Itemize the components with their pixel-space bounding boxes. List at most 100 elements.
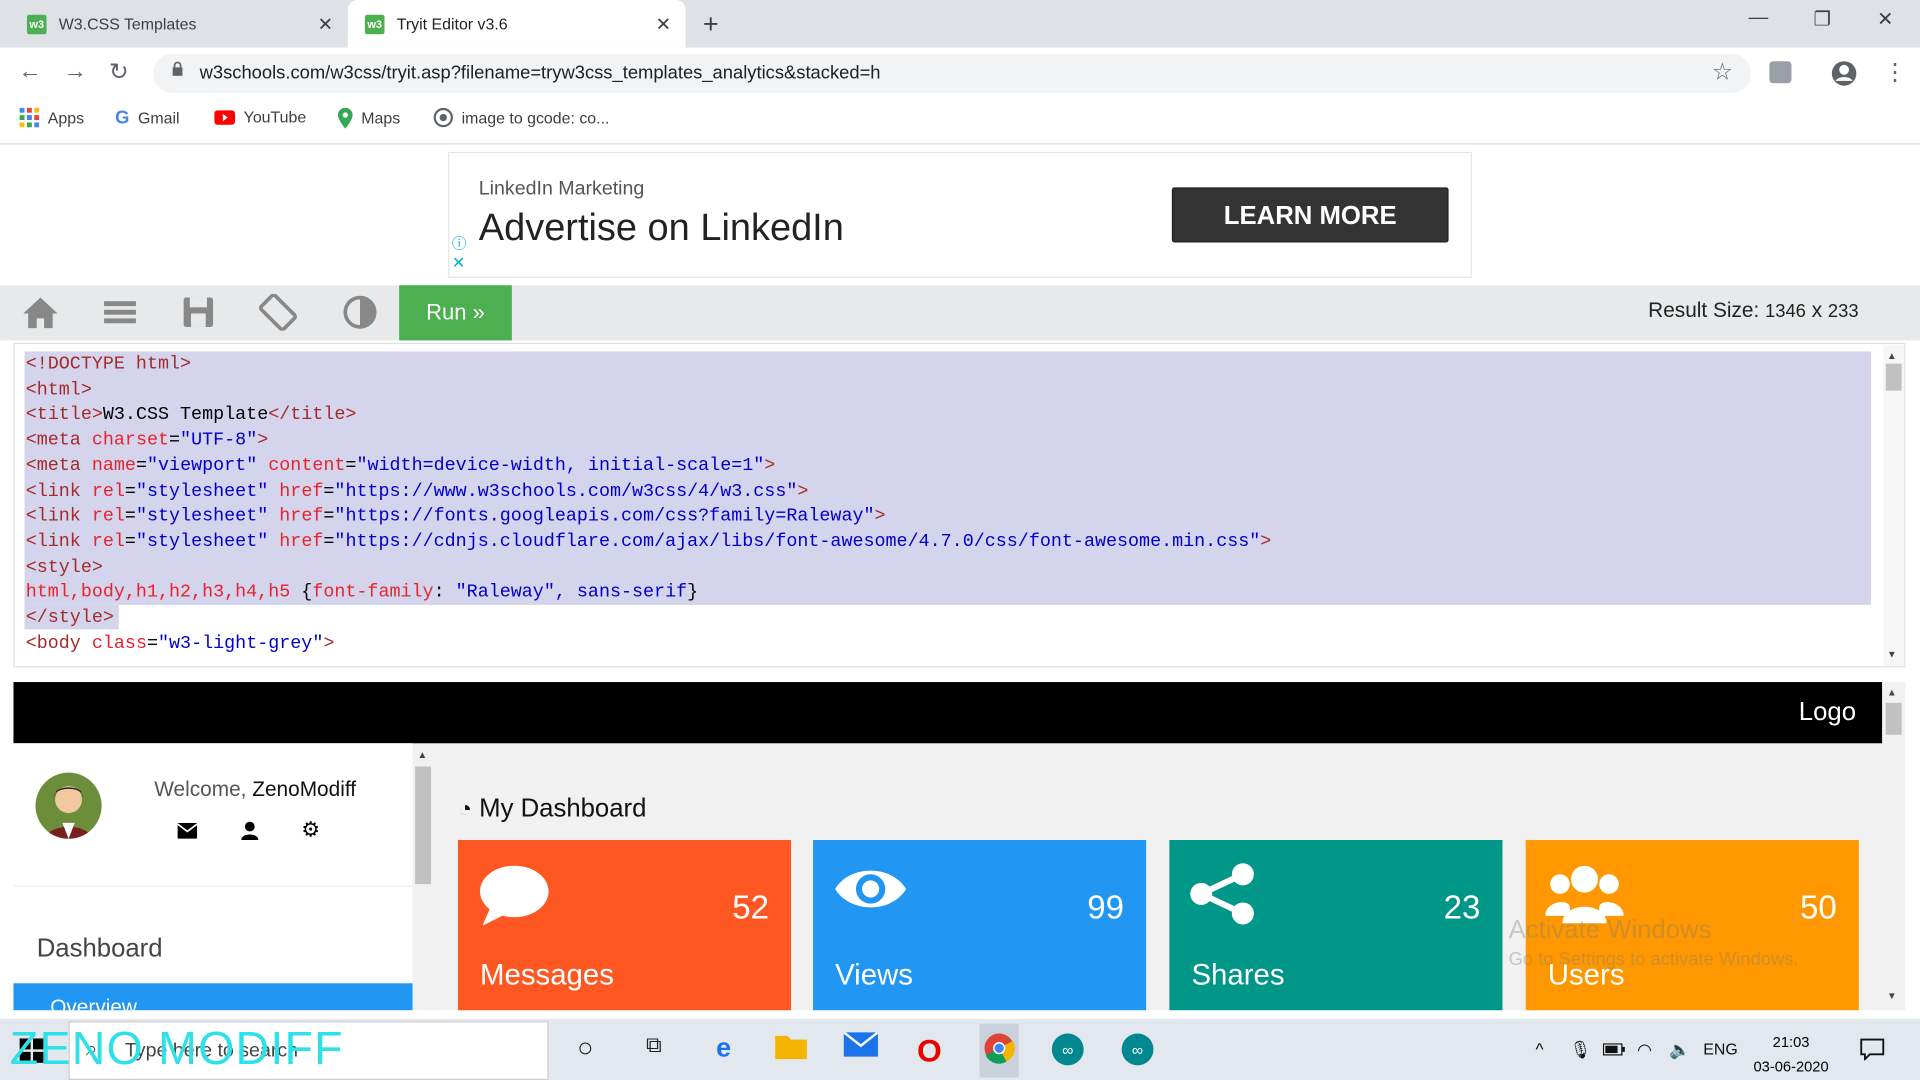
- card-views[interactable]: 99 Views: [813, 840, 1147, 1011]
- new-tab-button[interactable]: +: [703, 9, 719, 41]
- dark-mode-icon[interactable]: [340, 294, 379, 331]
- code-token: html,body,h1,h2,h3,h4,h5: [25, 582, 302, 603]
- card-value: 23: [1443, 888, 1481, 926]
- code-token: href: [279, 480, 324, 502]
- code-token: <meta: [25, 429, 92, 451]
- arduino-icon[interactable]: ∞: [1048, 1032, 1087, 1069]
- user-icon[interactable]: [241, 821, 259, 841]
- notification-icon[interactable]: [1860, 1038, 1885, 1066]
- rotate-orientation-icon[interactable]: [258, 293, 297, 331]
- battery-icon[interactable]: [1602, 1040, 1625, 1060]
- menu-icon[interactable]: [100, 294, 139, 331]
- sidebar-item-overview[interactable]: Overview: [13, 983, 413, 1011]
- code-token: "UTF-8": [180, 429, 258, 451]
- code-line: </style>: [26, 606, 1272, 631]
- code-token: {: [301, 582, 313, 603]
- home-icon[interactable]: [21, 294, 60, 331]
- save-icon[interactable]: [179, 294, 218, 331]
- google-icon: G: [115, 107, 130, 129]
- wifi-icon[interactable]: ◠: [1637, 1040, 1652, 1061]
- code-scrollbar[interactable]: ▲ ▼: [1883, 345, 1905, 667]
- forward-icon[interactable]: →: [64, 59, 87, 86]
- code-token: </title>: [268, 404, 357, 426]
- settings-cog-icon[interactable]: ⚙: [301, 818, 320, 842]
- code-token: =: [146, 632, 159, 654]
- tray-chevron-icon[interactable]: ^: [1536, 1040, 1544, 1060]
- w3schools-favicon-icon: w3: [26, 14, 47, 34]
- run-button[interactable]: Run »: [399, 285, 512, 341]
- bookmark-gmail[interactable]: G Gmail: [115, 108, 179, 129]
- code-token: "stylesheet": [135, 531, 280, 553]
- card-shares[interactable]: 23 Shares: [1169, 840, 1503, 1011]
- share-icon: [1190, 863, 1254, 925]
- ad-info-icon[interactable]: ⓘ: [452, 233, 467, 254]
- activate-windows-subtext: Go to Settings to activate Windows.: [1508, 948, 1799, 970]
- code-line: <meta charset="UTF-8">: [26, 429, 1272, 454]
- minimize-icon[interactable]: —: [1749, 7, 1769, 29]
- tab-tryit-editor[interactable]: w3 Tryit Editor v3.6 ✕: [347, 0, 686, 48]
- code-line: <style>: [26, 555, 1272, 580]
- youtube-icon: [214, 109, 236, 125]
- card-messages[interactable]: 52 Messages: [457, 840, 792, 1011]
- bookmark-star-icon[interactable]: ☆: [1712, 59, 1733, 87]
- code-token: >: [797, 480, 809, 502]
- back-icon[interactable]: ←: [18, 59, 41, 86]
- code-token: "https://cdnjs.cloudflare.com/ajax/libs/…: [334, 531, 1261, 553]
- apps-grid-icon: [19, 107, 40, 128]
- code-token: <style>: [25, 556, 103, 578]
- cortana-icon[interactable]: ○: [566, 1032, 605, 1069]
- result-size: Result Size: 1346 x 233: [1648, 299, 1858, 323]
- chrome-icon[interactable]: [980, 1032, 1019, 1069]
- profile-icon[interactable]: [1831, 60, 1858, 87]
- mail-icon[interactable]: [841, 1031, 880, 1069]
- bookmark-gcode[interactable]: image to gcode: co...: [433, 107, 609, 128]
- code-text[interactable]: <!DOCTYPE html> <html> <title>W3.CSS Templ…: [26, 353, 1272, 657]
- result-scrollbar[interactable]: ▲ ▼: [1883, 682, 1905, 1011]
- language-indicator[interactable]: ENG: [1703, 1040, 1737, 1058]
- learn-more-button[interactable]: LEARN MORE: [1171, 187, 1449, 243]
- sidebar-divider: [13, 885, 413, 887]
- bookmark-label: Maps: [361, 108, 401, 128]
- window-close-icon[interactable]: ✕: [1877, 7, 1893, 31]
- bookmark-apps[interactable]: Apps: [19, 107, 84, 128]
- volume-icon[interactable]: 🔈: [1669, 1040, 1690, 1061]
- welcome-text: Welcome, ZenoModiff: [154, 778, 356, 802]
- url-text[interactable]: w3schools.com/w3css/tryit.asp?filename=t…: [200, 62, 881, 83]
- username: ZenoModiff: [252, 777, 357, 801]
- sidebar-item-label: Overview: [50, 995, 137, 1011]
- bookmark-youtube[interactable]: YouTube: [214, 108, 306, 126]
- code-token: }: [687, 582, 699, 603]
- sidebar-scroll-thumb[interactable]: [415, 766, 432, 885]
- tab-w3css-templates[interactable]: w3 W3.CSS Templates ✕: [10, 0, 348, 48]
- code-token: "stylesheet": [135, 480, 280, 502]
- envelope-icon[interactable]: [177, 822, 198, 839]
- bookmark-maps[interactable]: Maps: [337, 107, 401, 129]
- code-token: =: [124, 480, 136, 502]
- restore-icon[interactable]: ❐: [1813, 7, 1831, 31]
- code-token: name: [91, 455, 136, 477]
- reload-icon[interactable]: ↻: [109, 59, 128, 87]
- code-token: <!DOCTYPE html>: [25, 353, 192, 375]
- arduino-icon[interactable]: ∞: [1118, 1032, 1157, 1069]
- code-line: <link rel="stylesheet" href="https://www…: [26, 479, 1272, 504]
- code-token: </style>: [25, 607, 114, 629]
- w3schools-favicon-icon: w3: [364, 14, 385, 34]
- close-tab-icon[interactable]: ✕: [318, 13, 333, 36]
- task-view-icon[interactable]: ⧉: [634, 1032, 673, 1069]
- edge-icon[interactable]: e: [704, 1032, 743, 1069]
- opera-icon[interactable]: O: [910, 1032, 949, 1069]
- extension-icon[interactable]: [1769, 61, 1792, 84]
- microphone-icon[interactable]: 🎙: [1570, 1040, 1592, 1061]
- code-token: =: [124, 505, 136, 527]
- close-tab-icon[interactable]: ✕: [656, 13, 671, 36]
- file-explorer-icon[interactable]: [771, 1032, 810, 1069]
- code-token: content: [268, 455, 346, 477]
- code-token: <link: [25, 480, 92, 502]
- ad-close-icon[interactable]: ✕: [452, 253, 465, 273]
- result-size-label: Result Size:: [1648, 298, 1760, 323]
- menu-kebab-icon[interactable]: ⋮: [1883, 59, 1906, 87]
- taskbar-clock[interactable]: 21:03 03-06-2020: [1753, 1030, 1828, 1079]
- code-token: <body: [25, 632, 92, 654]
- svg-text:∞: ∞: [1062, 1043, 1073, 1060]
- code-token: "https://www.w3schools.com/w3css/4/w3.cs…: [334, 480, 798, 502]
